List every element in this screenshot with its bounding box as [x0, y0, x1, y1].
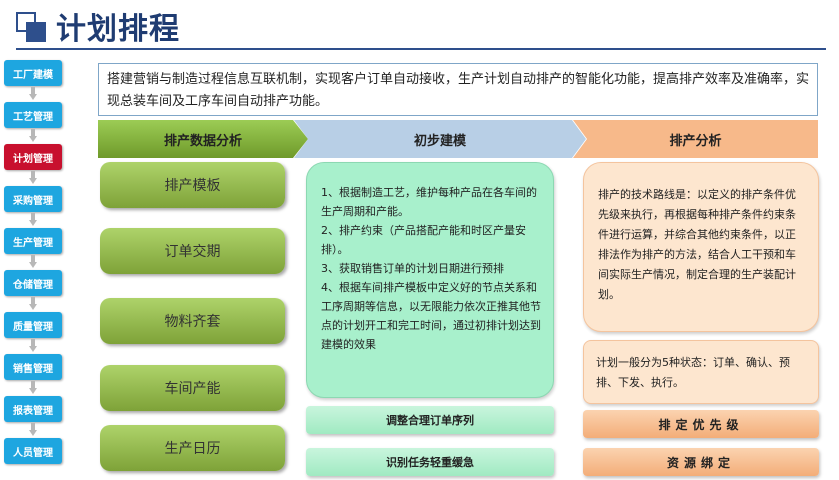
- down-arrow-icon: [29, 423, 37, 437]
- sidebar-item-personnel-management[interactable]: 人员管理: [4, 438, 62, 464]
- item-material-kitting: 物料齐套: [100, 298, 285, 344]
- modeling-step: 3、获取销售订单的计划日期进行预排: [321, 262, 504, 275]
- title-icon: [16, 12, 46, 42]
- page-title: 计划排程: [56, 12, 180, 47]
- header-band: 排产数据分析 初步建模 排产分析: [98, 120, 818, 158]
- header-scheduling-analysis: 排产分析: [573, 120, 818, 158]
- header-data-analysis: 排产数据分析: [98, 120, 308, 158]
- down-arrow-icon: [29, 87, 37, 101]
- identify-task-priority-bar: 识别任务轻重缓急: [306, 448, 554, 476]
- plan-status-card: 计划一般分为5种状态：订单、确认、预排、下发、执行。: [583, 340, 819, 404]
- set-priority-bar: 排定优先级: [583, 410, 819, 438]
- header-initial-modeling: 初步建模: [294, 120, 586, 158]
- item-workshop-capacity: 车间产能: [100, 365, 285, 411]
- sidebar-item-production-management[interactable]: 生产管理: [4, 228, 62, 254]
- modeling-step: 4、根据车间排产模板中定义好的节点关系和工序周期等信息，以无限能力依次正推其他节…: [321, 281, 541, 351]
- item-production-calendar: 生产日历: [100, 425, 285, 471]
- modeling-steps-card: 1、根据制造工艺，维护每种产品在各车间的生产周期和产能。 2、排产约束（产品搭配…: [306, 162, 554, 398]
- down-arrow-icon: [29, 129, 37, 143]
- title-divider: [16, 48, 826, 50]
- sidebar-item-sales-management[interactable]: 销售管理: [4, 354, 62, 380]
- scheduling-route-card: 排产的技术路线是：以定义的排产条件优先级来执行，再根据每种排产条件约束条件进行运…: [583, 162, 819, 332]
- down-arrow-icon: [29, 213, 37, 227]
- sidebar-item-plan-management[interactable]: 计划管理: [4, 144, 62, 170]
- sidebar-item-warehouse-management[interactable]: 仓储管理: [4, 270, 62, 296]
- sidebar-item-purchase-management[interactable]: 采购管理: [4, 186, 62, 212]
- resource-binding-bar: 资源绑定: [583, 448, 819, 476]
- modeling-step: 1、根据制造工艺，维护每种产品在各车间的生产周期和产能。: [321, 186, 537, 218]
- description-box: 搭建营销与制造过程信息互联机制，实现客户订单自动接收，生产计划自动排产的智能化功…: [98, 63, 818, 116]
- sidebar-item-quality-management[interactable]: 质量管理: [4, 312, 62, 338]
- down-arrow-icon: [29, 171, 37, 185]
- adjust-order-sequence-bar: 调整合理订单序列: [306, 406, 554, 434]
- sidebar-item-process-management[interactable]: 工艺管理: [4, 102, 62, 128]
- sidebar-item-factory-modeling[interactable]: 工厂建模: [4, 60, 62, 86]
- down-arrow-icon: [29, 339, 37, 353]
- modeling-step: 2、排产约束（产品搭配产能和时区产量安排）。: [321, 224, 526, 256]
- down-arrow-icon: [29, 297, 37, 311]
- down-arrow-icon: [29, 381, 37, 395]
- item-scheduling-template: 排产模板: [100, 162, 285, 208]
- sidebar-item-report-management[interactable]: 报表管理: [4, 396, 62, 422]
- item-order-due-date: 订单交期: [100, 228, 285, 274]
- down-arrow-icon: [29, 255, 37, 269]
